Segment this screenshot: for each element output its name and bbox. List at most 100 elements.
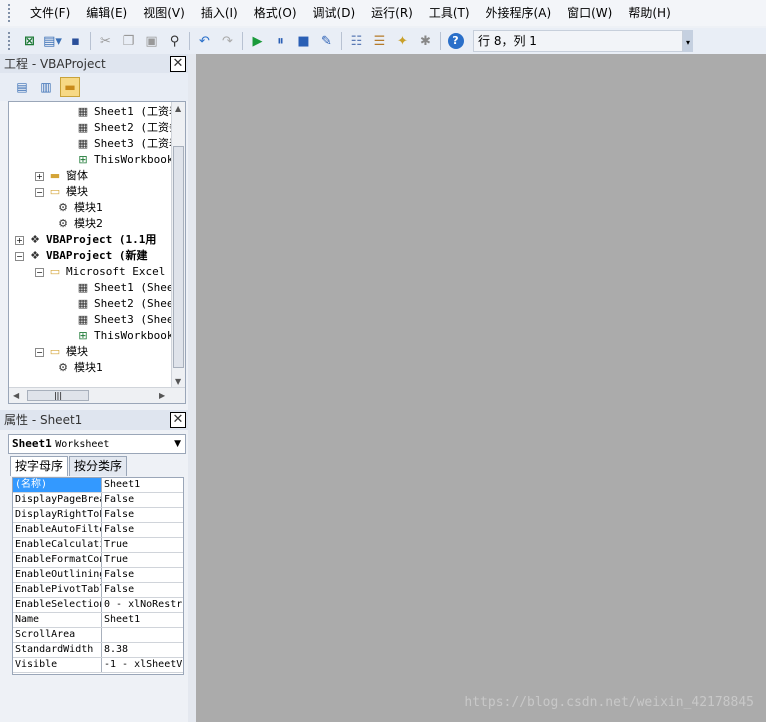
property-value[interactable]: False [102, 493, 183, 507]
property-row[interactable]: EnableSelection0 - xlNoRestrictions [13, 598, 183, 613]
tree-item[interactable]: ⚙ 模块2 [55, 216, 103, 232]
properties-window-icon[interactable]: ☰ [368, 30, 391, 52]
property-value[interactable]: Sheet1 [102, 613, 183, 627]
tab-categorized[interactable]: 按分类序 [69, 456, 128, 476]
collapse-icon[interactable]: − [35, 267, 44, 277]
save-icon[interactable]: ▪ [64, 30, 87, 52]
tree-vertical-scrollbar[interactable]: ▲ ▼ [171, 102, 185, 388]
help-icon[interactable]: ? [444, 30, 467, 52]
paste-icon[interactable]: ▣ [140, 30, 163, 52]
tree-item[interactable]: − ▭ 模块 [35, 344, 88, 360]
tree-item[interactable]: ⚙ 模块1 [55, 360, 103, 376]
property-row[interactable]: StandardWidth 8.38 [13, 643, 183, 658]
scroll-right-icon[interactable]: ▶ [159, 391, 165, 400]
project-panel-close-icon[interactable]: ✕ [170, 56, 186, 72]
property-value[interactable]: 8.38 [102, 643, 183, 657]
property-row[interactable]: DisplayRightToLeftFalse [13, 508, 183, 523]
tree-item[interactable]: ▦ Sheet3 (Sheet3) [75, 312, 185, 328]
menu-item[interactable]: 外接程序(A) [478, 0, 560, 26]
property-value[interactable]: True [102, 553, 183, 567]
tree-item[interactable]: − ❖ VBAProject (新建 [15, 248, 147, 264]
property-row[interactable]: DisplayPageBreaksFalse [13, 493, 183, 508]
tree-item[interactable]: ⊞ ThisWorkbook [75, 152, 173, 168]
code-window-area[interactable]: https://blog.csdn.net/weixin_42178845 [196, 54, 766, 722]
menu-item[interactable]: 工具(T) [421, 0, 478, 26]
property-row[interactable]: EnablePivotTable False [13, 583, 183, 598]
tree-item[interactable]: ⊞ ThisWorkbook [75, 328, 173, 344]
tree-item[interactable]: ▦ Sheet2 (工资条 [75, 120, 180, 136]
redo-icon[interactable]: ↷ [216, 30, 239, 52]
property-value[interactable]: -1 - xlSheetVisible [102, 658, 183, 672]
property-value[interactable] [102, 628, 183, 642]
scroll-left-icon[interactable]: ◀ [13, 391, 19, 400]
object-browser-icon[interactable]: ✦ [391, 30, 414, 52]
menu-item[interactable]: 调试(D) [305, 0, 364, 26]
run-icon[interactable]: ▶ [246, 30, 269, 52]
undo-icon[interactable]: ↶ [193, 30, 216, 52]
property-row[interactable]: EnableCalculationTrue [13, 538, 183, 553]
expand-icon[interactable]: + [35, 171, 44, 181]
property-value[interactable]: 0 - xlNoRestrictions [102, 598, 183, 612]
property-row[interactable]: Name Sheet1 [13, 613, 183, 628]
tree-item[interactable]: − ▭ 模块 [35, 184, 88, 200]
break-icon[interactable]: ⏸ [269, 30, 292, 52]
object-selector[interactable]: Sheet1 Worksheet ▼ [8, 434, 186, 454]
property-value[interactable]: True [102, 538, 183, 552]
property-row[interactable]: EnableAutoFilter False [13, 523, 183, 538]
scroll-up-icon[interactable]: ▲ [175, 104, 181, 113]
menu-item[interactable]: 格式(O) [246, 0, 305, 26]
property-value[interactable]: False [102, 583, 183, 597]
menu-item[interactable]: 视图(V) [135, 0, 193, 26]
properties-panel-close-icon[interactable]: ✕ [170, 412, 186, 428]
tree-item[interactable]: + ▬ 窗体 [35, 168, 88, 184]
insert-userform-icon[interactable]: ▤▾ [41, 30, 64, 52]
menu-item[interactable]: 运行(R) [363, 0, 421, 26]
property-row[interactable]: (名称) Sheet1 [13, 478, 183, 493]
property-row[interactable]: EnableFormatConditionsCalculationTrue [13, 553, 183, 568]
tree-item[interactable]: ▦ Sheet3 (工资表 [75, 136, 180, 152]
collapse-icon[interactable]: − [35, 187, 44, 197]
view-object-icon[interactable]: ▥ [36, 77, 56, 97]
collapse-icon[interactable]: − [35, 347, 44, 357]
scroll-down-icon[interactable]: ▼ [175, 377, 181, 386]
toggle-folders-icon[interactable]: ▬ [60, 77, 80, 97]
menu-item[interactable]: 帮助(H) [620, 0, 678, 26]
expand-icon[interactable]: + [15, 235, 24, 245]
property-value[interactable]: False [102, 568, 183, 582]
property-value[interactable]: Sheet1 [102, 478, 183, 492]
toolbox-icon[interactable]: ✱ [414, 30, 437, 52]
project-explorer-icon[interactable]: ☷ [345, 30, 368, 52]
tree-item[interactable]: + ❖ VBAProject (1.1用 [15, 232, 156, 248]
menu-item[interactable]: 编辑(E) [78, 0, 135, 26]
copy-icon[interactable]: ❐ [117, 30, 140, 52]
tab-alphabetic[interactable]: 按字母序 [10, 456, 69, 476]
pane-splitter[interactable] [188, 54, 196, 722]
menubar-grip[interactable] [8, 4, 14, 22]
property-value[interactable]: False [102, 523, 183, 537]
property-row[interactable]: ScrollArea [13, 628, 183, 643]
tree-horizontal-thumb[interactable]: ||| [27, 390, 89, 401]
menu-item[interactable]: 窗口(W) [559, 0, 620, 26]
design-mode-icon[interactable]: ✎ [315, 30, 338, 52]
project-tree[interactable]: ▦ Sheet1 (工资表 ▦ Sheet2 (工资条 ▦ Sheet3 (工资表 ⊞ Thi… [8, 101, 186, 404]
reset-icon[interactable]: ■ [292, 30, 315, 52]
menu-item[interactable]: 插入(I) [193, 0, 246, 26]
collapse-icon[interactable]: − [15, 251, 24, 261]
find-icon[interactable]: ⚲ [163, 30, 186, 52]
property-value[interactable]: False [102, 508, 183, 522]
tree-item[interactable]: ▦ Sheet1 (工资表 [75, 104, 180, 120]
tree-item[interactable]: ▦ Sheet2 (Sheet2) [75, 296, 185, 312]
tree-item[interactable]: ▦ Sheet1 (Sheet1) [75, 280, 185, 296]
property-row[interactable]: EnableOutlining False [13, 568, 183, 583]
view-excel-icon[interactable]: ⊠ [18, 30, 41, 52]
toolbar-grip[interactable] [8, 32, 14, 50]
cut-icon[interactable]: ✂ [94, 30, 117, 52]
menu-item[interactable]: 文件(F) [22, 0, 78, 26]
chevron-down-icon[interactable]: ▼ [174, 435, 181, 453]
tree-horizontal-scrollbar[interactable]: ◀ ||| ▶ [9, 387, 185, 403]
tree-item[interactable]: − ▭ Microsoft Excel 对 [35, 264, 183, 280]
view-code-icon[interactable]: ▤ [12, 77, 32, 97]
tree-vertical-thumb[interactable] [173, 146, 184, 368]
toolbar-options-icon[interactable]: ▾ [683, 30, 693, 52]
property-row[interactable]: Visible-1 - xlSheetVisible [13, 658, 183, 673]
